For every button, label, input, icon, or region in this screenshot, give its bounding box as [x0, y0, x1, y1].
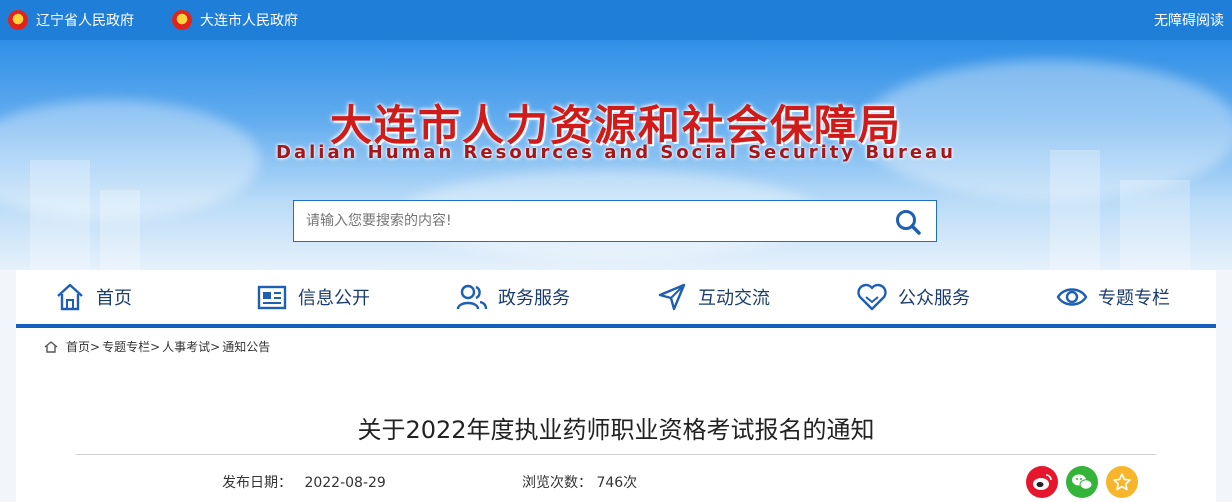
share-weibo-button[interactable] — [1026, 466, 1058, 498]
nav-item-info[interactable]: 信息公开 — [256, 270, 370, 324]
share-favorite-button[interactable] — [1106, 466, 1138, 498]
nav-item-special[interactable]: 专题专栏 — [1056, 270, 1170, 324]
article-panel: 首页> 专题专栏> 人事考试> 通知公告 关于2022年度执业药师职业资格考试报… — [16, 328, 1216, 502]
nav-item-label: 首页 — [96, 288, 132, 309]
link-dalian-gov-label[interactable]: 大连市人民政府 — [200, 10, 298, 30]
skyline-decoration — [1050, 150, 1100, 270]
share-wechat-button[interactable] — [1066, 466, 1098, 498]
national-emblem-icon — [172, 10, 192, 30]
top-bar: 辽宁省人民政府 大连市人民政府 无障碍阅读 — [0, 0, 1232, 40]
nav-item-label: 专题专栏 — [1098, 288, 1170, 309]
accessibility-link[interactable]: 无障碍阅读 — [1154, 10, 1224, 30]
news-icon — [257, 285, 287, 310]
view-count: 浏览次数： 746次 — [522, 472, 637, 492]
breadcrumb: 首页> 专题专栏> 人事考试> 通知公告 — [44, 338, 270, 355]
search-input[interactable] — [294, 201, 878, 241]
nav-item-label: 政务服务 — [498, 288, 570, 309]
article-title: 关于2022年度执业药师职业资格考试报名的通知 — [357, 416, 875, 444]
view-count-label: 浏览次数： — [522, 475, 592, 491]
main-nav: 首页 信息公开 政务服务 互动交流 公众服务 专题专栏 — [16, 270, 1216, 328]
search-box — [293, 200, 937, 242]
skyline-decoration — [100, 190, 140, 270]
publish-date-label: 发布日期： — [222, 475, 292, 491]
skyline-decoration — [30, 160, 90, 270]
publish-date: 发布日期： 2022-08-29 — [222, 472, 386, 492]
home-icon — [57, 283, 83, 311]
breadcrumb-exam[interactable]: 人事考试> — [162, 338, 220, 355]
breadcrumb-special[interactable]: 专题专栏> — [102, 338, 160, 355]
link-dalian-gov[interactable]: 大连市人民政府 — [172, 10, 298, 30]
weibo-icon — [1033, 474, 1052, 490]
site-subtitle: Dalian Human Resources and Social Securi… — [276, 142, 956, 163]
star-icon — [1113, 473, 1131, 491]
eye-icon — [1056, 288, 1088, 306]
nav-item-gov-services[interactable]: 政务服务 — [456, 270, 570, 324]
breadcrumb-notice[interactable]: 通知公告 — [222, 338, 270, 355]
home-icon — [44, 340, 58, 353]
search-icon[interactable] — [894, 208, 922, 236]
skyline-decoration — [1120, 180, 1190, 270]
wechat-icon — [1072, 474, 1093, 490]
users-icon — [456, 284, 488, 310]
hero-banner: 大连市人力资源和社会保障局 Dalian Human Resources and… — [0, 40, 1232, 270]
nav-item-public-services[interactable]: 公众服务 — [856, 270, 970, 324]
nav-item-interaction[interactable]: 互动交流 — [656, 270, 770, 324]
national-emblem-icon — [8, 10, 28, 30]
link-liaoning-gov-label[interactable]: 辽宁省人民政府 — [36, 10, 134, 30]
publish-date-value: 2022-08-29 — [304, 475, 386, 491]
nav-item-label: 互动交流 — [698, 288, 770, 309]
link-liaoning-gov[interactable]: 辽宁省人民政府 — [8, 10, 134, 30]
breadcrumb-home[interactable]: 首页> — [66, 338, 100, 355]
view-count-value: 746次 — [596, 475, 638, 491]
nav-item-label: 信息公开 — [298, 288, 370, 309]
nav-item-home[interactable]: 首页 — [54, 270, 132, 324]
title-divider — [76, 454, 1156, 455]
heart-icon — [857, 283, 887, 311]
send-icon — [658, 283, 686, 311]
nav-item-label: 公众服务 — [898, 288, 970, 309]
